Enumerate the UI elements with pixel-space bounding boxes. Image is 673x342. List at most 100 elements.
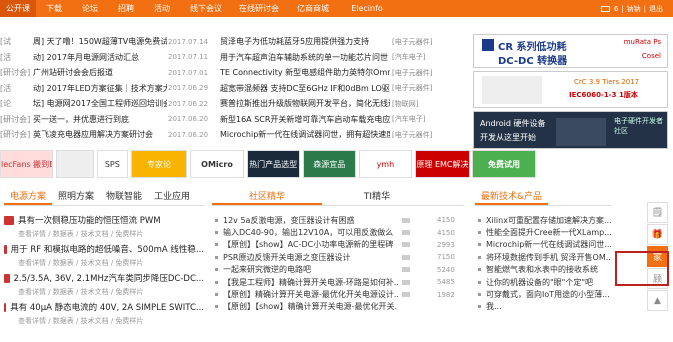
nav-item-offline-meeting[interactable]: 线下会议 (180, 0, 232, 17)
back-to-top-icon[interactable]: ▲ (647, 290, 668, 311)
news-category[interactable]: [电子元器件] (392, 68, 432, 78)
news-category[interactable]: [电子元器件] (392, 37, 432, 47)
news-row[interactable]: [研讨会] 广州站研讨会会后报道 2017.07.01 TE Connectivity… (0, 65, 460, 81)
tab-ti[interactable]: TI精华 (322, 188, 432, 205)
news-row[interactable]: [试 周] 天了噜！150W超薄TV电源免费试用 2017.07.14 贸泽电子为低功… (0, 34, 460, 50)
ad-certificate[interactable]: CrC 3.9 Tiers 2017 IEC6060-1-3 1版本 (473, 71, 668, 108)
nav-item-webinar[interactable]: 在线研讨会 (232, 0, 286, 17)
latest-title[interactable]: 性能全面提升Cree新一代XLamp... (486, 227, 611, 238)
solution-title[interactable]: 具有一次侧稳压功能的恒压恒流 PWM (18, 214, 161, 226)
latest-title[interactable]: 我... (486, 301, 502, 312)
banner-ad[interactable]: SPS (97, 150, 128, 178)
banner-ad[interactable]: 電源寶 ElecFans 搬到ElecFans (0, 150, 54, 178)
news-row[interactable]: [活 动] 2017年月电源网活动汇总 2017.07.11 用于汽车超声泊车辅助系统… (0, 50, 460, 66)
list-item[interactable]: 让你的机器设备的"眼"个定"吧 (475, 276, 611, 288)
notes-icon[interactable]: 🗒 (647, 202, 668, 223)
news-row[interactable]: [活 动] 2017年LED方案征集｜技术方案大... 2017.06.29 超宽带混… (0, 81, 460, 97)
solution-links[interactable]: 查看详情 / 数据表 / 技术文档 / 免费样片 (4, 229, 204, 239)
news-title-2[interactable]: 新型16A SCR开关新增可靠汽车启动车载充电应用进行了优化 (220, 114, 390, 125)
list-item[interactable]: 【原创】精确计算开关电源-最优化开关电源设计... 1982 (212, 288, 464, 300)
news-title-2[interactable]: TE Connectivity 新型电感组件助力英特尔Omni-Path架构 (220, 67, 390, 78)
list-item[interactable]: 性能全面提升Cree新一代XLamp... (475, 226, 611, 238)
news-title[interactable]: 买一送一，并优惠进行到底 (33, 114, 167, 125)
list-item[interactable]: 12v 5a反激电源，变压器设计有困惑 4150 (212, 214, 464, 226)
news-title[interactable]: 动] 2017年LED方案征集｜技术方案大... (33, 83, 167, 94)
list-item[interactable]: 智能燃气表和水表中的接收系统 (475, 264, 611, 276)
list-item[interactable]: 将环境数据传到手机 贸泽开售OM... (475, 251, 611, 263)
list-item[interactable]: 输入DC40-90，输出12V10A，可以用反激做么 4150 (212, 226, 464, 238)
message-count[interactable]: 6 (614, 5, 618, 13)
ad-android[interactable]: Android 硬件设备 开发从这里开始 电子硬件开发者社区 (473, 111, 668, 149)
news-row[interactable]: [论 坛] 电源网2017全国工程师巡回培训会会...2017.06.22 赛普拉斯… (0, 96, 460, 112)
community-title[interactable]: 【原创】【show】AC-DC小功率电源新的里程碑 (223, 239, 398, 250)
community-title[interactable]: 【我是工程师】精确计算开关电源-环路是如何补... (223, 277, 398, 288)
community-title[interactable]: 【原创】【show】精确计算开关电源-最优化开关... (223, 301, 398, 312)
ad-cr-series[interactable]: CR 系列低功耗 DC-DC 转换器 muRata Ps Cosel (473, 34, 668, 68)
solution-item[interactable]: 用于 RF 和模拟电路的超低噪音、500mA 线性稳... 查看详情 / 数据表 … (4, 243, 204, 268)
news-title[interactable]: 动] 2017年月电源网活动汇总 (33, 52, 167, 63)
banner-ad[interactable]: OMicro (190, 150, 244, 178)
news-category[interactable]: [电子元器件] (392, 83, 432, 93)
news-title-2[interactable]: 超宽带混频器 支持DC至6GHz IF和0dBm LO驱动功率 (220, 83, 390, 94)
solution-links[interactable]: 查看详情 / 数据表 / 技术文档 / 免费样片 (4, 316, 204, 326)
list-item[interactable]: 可穿戴式，面向IoT用途的小型薄... (475, 288, 611, 300)
solution-links[interactable]: 查看详情 / 数据表 / 技术文档 / 免费样片 (4, 287, 204, 297)
tab-industrial[interactable]: 工业应用 (148, 188, 196, 205)
banner-ad[interactable]: 热门产品选型 (246, 150, 300, 178)
list-item[interactable]: 【我是工程师】精确计算开关电源-环路是如何补... 5485 (212, 276, 464, 288)
news-row[interactable]: [研讨会] 买一送一，并优惠进行到底 2017.06.20 新型16A SCR开关新增… (0, 112, 460, 128)
banner-ad[interactable]: 电路原理 EMC解决方案 (414, 150, 470, 178)
community-title[interactable]: 12v 5a反激电源，变压器设计有困惑 (223, 215, 398, 226)
free-trial-banner[interactable]: 免费试用 (472, 150, 536, 178)
news-title[interactable]: 广州站研讨会会后报道 (33, 67, 167, 78)
news-title[interactable]: 英飞凌充电器应用解决方案研讨会 (33, 129, 167, 140)
latest-title[interactable]: 智能燃气表和水表中的接收系统 (486, 264, 598, 275)
nav-item-elecinfo[interactable]: Elecinfo (340, 0, 394, 17)
solution-title[interactable]: 具有 40μA 静态电流的 40V, 2A SIMPLE SWITC... (10, 301, 204, 313)
banner-ad[interactable]: 森源宜品 (302, 150, 356, 178)
news-title[interactable]: 周] 天了噜！150W超薄TV电源免费试用 (33, 36, 167, 47)
banner-ad[interactable]: 专家论 (130, 150, 188, 178)
solution-item[interactable]: 具有一次侧稳压功能的恒压恒流 PWM 查看详情 / 数据表 / 技术文档 / 免费… (4, 214, 204, 239)
username[interactable]: 钠钠 (627, 4, 641, 14)
list-item[interactable]: 【原创】【show】精确计算开关电源-最优化开关... (212, 301, 464, 313)
latest-title[interactable]: 让你的机器设备的"眼"个定"吧 (486, 277, 593, 288)
gift-icon[interactable]: 🎁 (647, 224, 668, 245)
latest-title[interactable]: 将环境数据传到手机 贸泽开售OM... (486, 252, 611, 263)
banner-ad[interactable]: ymh (358, 150, 412, 178)
list-item[interactable]: Microchip新一代在线调试器问世... (475, 239, 611, 251)
nav-item-forum[interactable]: 论坛 (72, 0, 108, 17)
latest-title[interactable]: Xilinx可重配置存储加速解决方案... (486, 215, 611, 226)
tab-power[interactable]: 电源方案 (4, 188, 53, 205)
community-title[interactable]: 输入DC40-90，输出12V10A，可以用反激做么 (223, 227, 398, 238)
news-title-2[interactable]: 用于汽车超声泊车辅助系统的单一功能芯片问世 (220, 52, 390, 63)
community-title[interactable]: PSR原边反馈开关电源之变压器设计 (223, 252, 398, 263)
news-category[interactable]: [物联网] (392, 99, 418, 109)
news-title-2[interactable]: 赛普拉斯推出升级版物联网开发平台，简化无线连接设计 (220, 98, 390, 109)
tab-latest-tech[interactable]: 最新技术&产品 (475, 188, 549, 205)
community-title[interactable]: 【原创】精确计算开关电源-最优化开关电源设计... (223, 289, 398, 300)
tab-lighting[interactable]: 照明方案 (52, 188, 100, 205)
solution-title[interactable]: 2.5/3.5A, 36V, 2.1MHz汽车类同步降压DC-DC... (14, 272, 205, 284)
mail-icon[interactable] (600, 5, 610, 12)
tab-community[interactable]: 社区精华 (212, 188, 322, 205)
news-category[interactable]: [电子元器件] (392, 130, 432, 140)
community-title[interactable]: 一起来研究微逆的电路吧 (223, 264, 398, 275)
news-category[interactable]: [汽车电子] (392, 52, 425, 62)
list-item[interactable]: Xilinx可重配置存储加速解决方案... (475, 214, 611, 226)
list-item[interactable]: 我... (475, 301, 611, 313)
nav-item-mall[interactable]: 亿商商城 (286, 0, 340, 17)
logout-link[interactable]: 退出 (649, 4, 663, 14)
list-item[interactable]: 一起来研究微逆的电路吧 5240 (212, 264, 464, 276)
news-title-2[interactable]: 贸泽电子为低功耗蓝牙5应用提供强力支持 (220, 36, 390, 47)
nav-item-open-course[interactable]: 公开课 (0, 0, 36, 17)
solution-title[interactable]: 用于 RF 和模拟电路的超低噪音、500mA 线性稳... (11, 243, 204, 255)
solution-links[interactable]: 查看详情 / 数据表 / 技术文档 / 免费样片 (4, 258, 204, 268)
news-title-2[interactable]: Microchip新一代在线调试器问世，拥有超快速度和灵活性 (220, 129, 390, 140)
nav-item-download[interactable]: 下载 (36, 0, 72, 17)
news-category[interactable]: [汽车电子] (392, 114, 425, 124)
tab-iot[interactable]: 物联智能 (100, 188, 148, 205)
news-row[interactable]: [研讨会] 英飞凌充电器应用解决方案研讨会 2017.06.20 Microchip新… (0, 127, 460, 143)
latest-title[interactable]: 可穿戴式，面向IoT用途的小型薄... (486, 289, 610, 300)
news-title[interactable]: 坛] 电源网2017全国工程师巡回培训会会... (33, 98, 167, 109)
